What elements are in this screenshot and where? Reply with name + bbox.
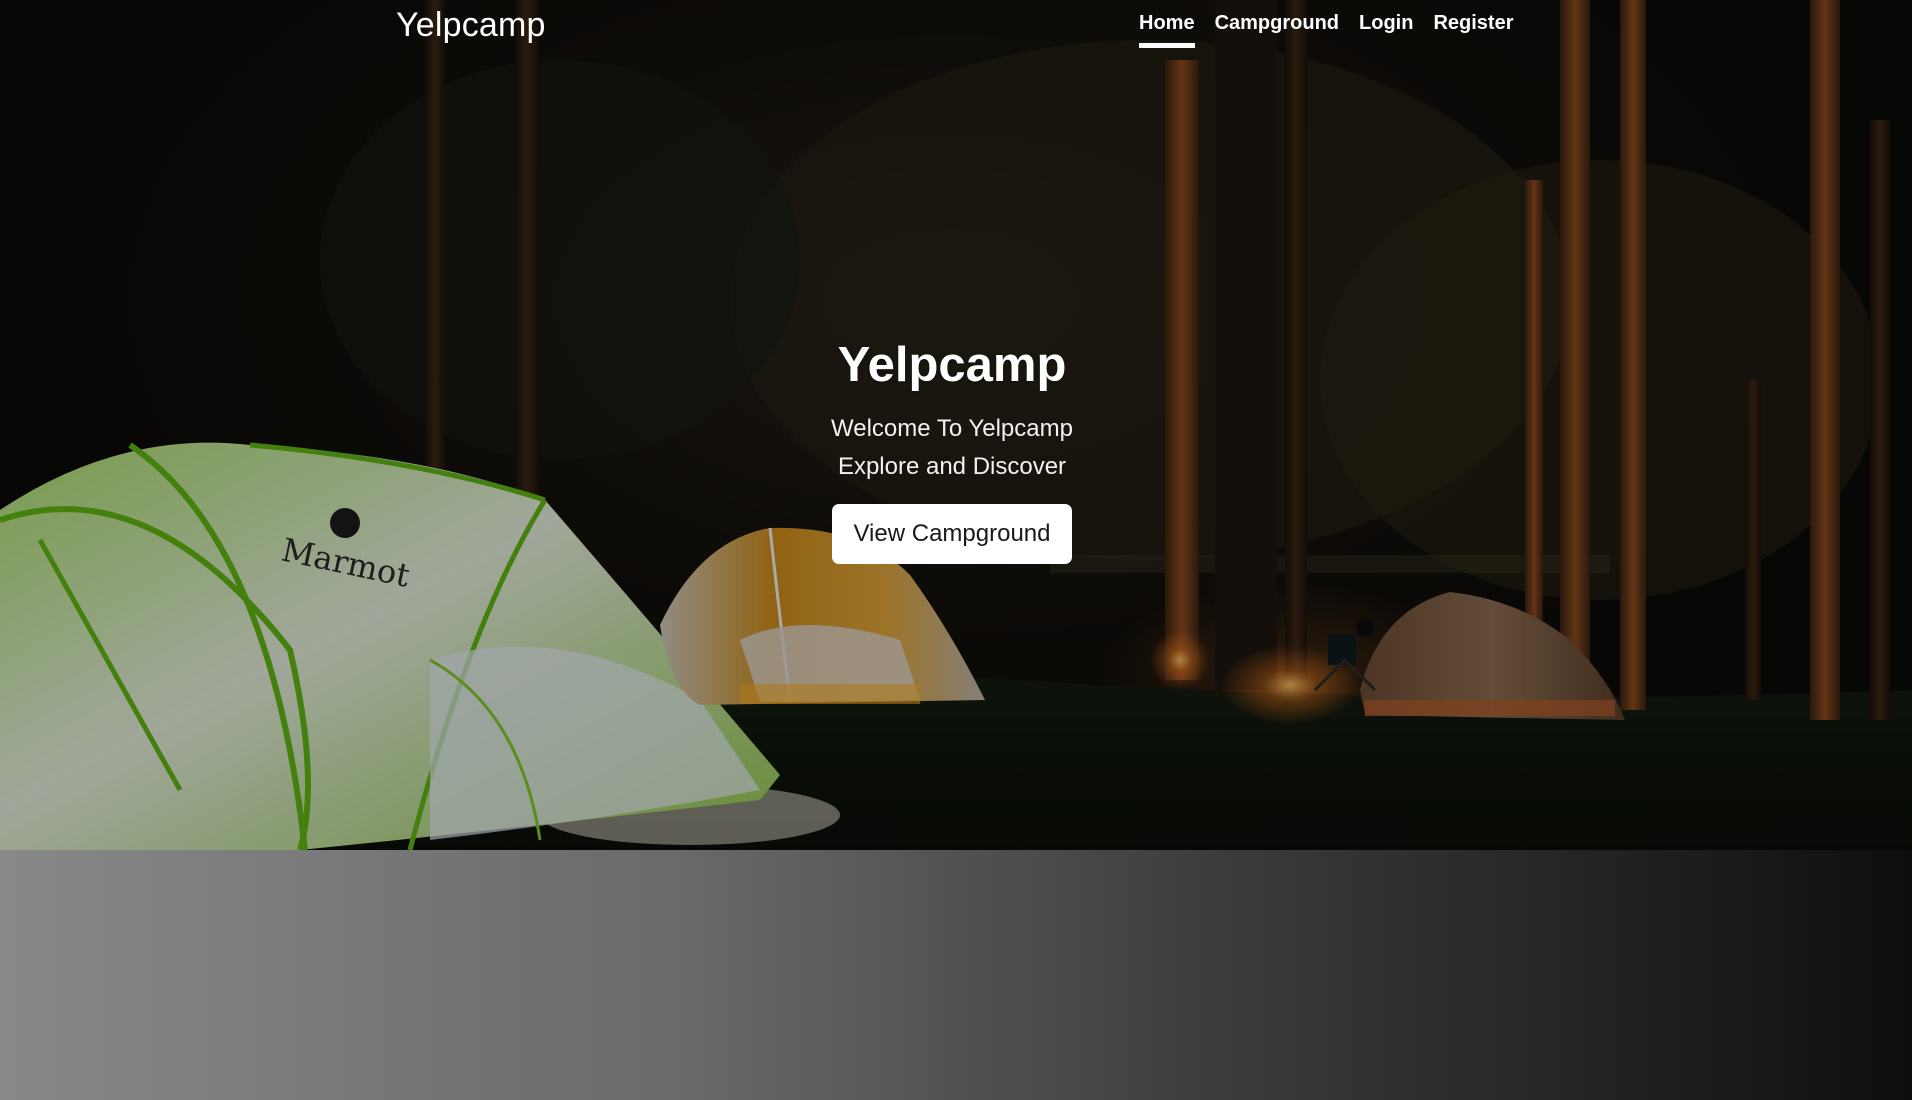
hero-tagline: Explore and Discover (837, 453, 1067, 480)
view-campground-button[interactable]: View Campground (832, 504, 1072, 564)
nav-links: Home Campground Login Register (1139, 12, 1513, 48)
hero-welcome-text: Welcome To Yelpcamp (831, 415, 1073, 442)
brand-logo[interactable]: Yelpcamp (396, 6, 546, 45)
page: Marmot Yelpcamp Home Campground Login Re… (0, 0, 1912, 1100)
nav-link-register[interactable]: Register (1433, 12, 1513, 48)
hero-title: Yelpcamp (837, 338, 1067, 392)
hero-content: Yelpcamp Welcome To Yelpcamp Explore and… (0, 334, 1904, 564)
nav-link-login[interactable]: Login (1359, 12, 1413, 48)
navbar: Yelpcamp Home Campground Login Register (0, 0, 1912, 52)
hero-section: Marmot Yelpcamp Home Campground Login Re… (0, 0, 1912, 850)
bottom-gradient-area (0, 850, 1912, 1100)
nav-link-home[interactable]: Home (1139, 12, 1195, 48)
nav-link-campground[interactable]: Campground (1215, 12, 1339, 48)
